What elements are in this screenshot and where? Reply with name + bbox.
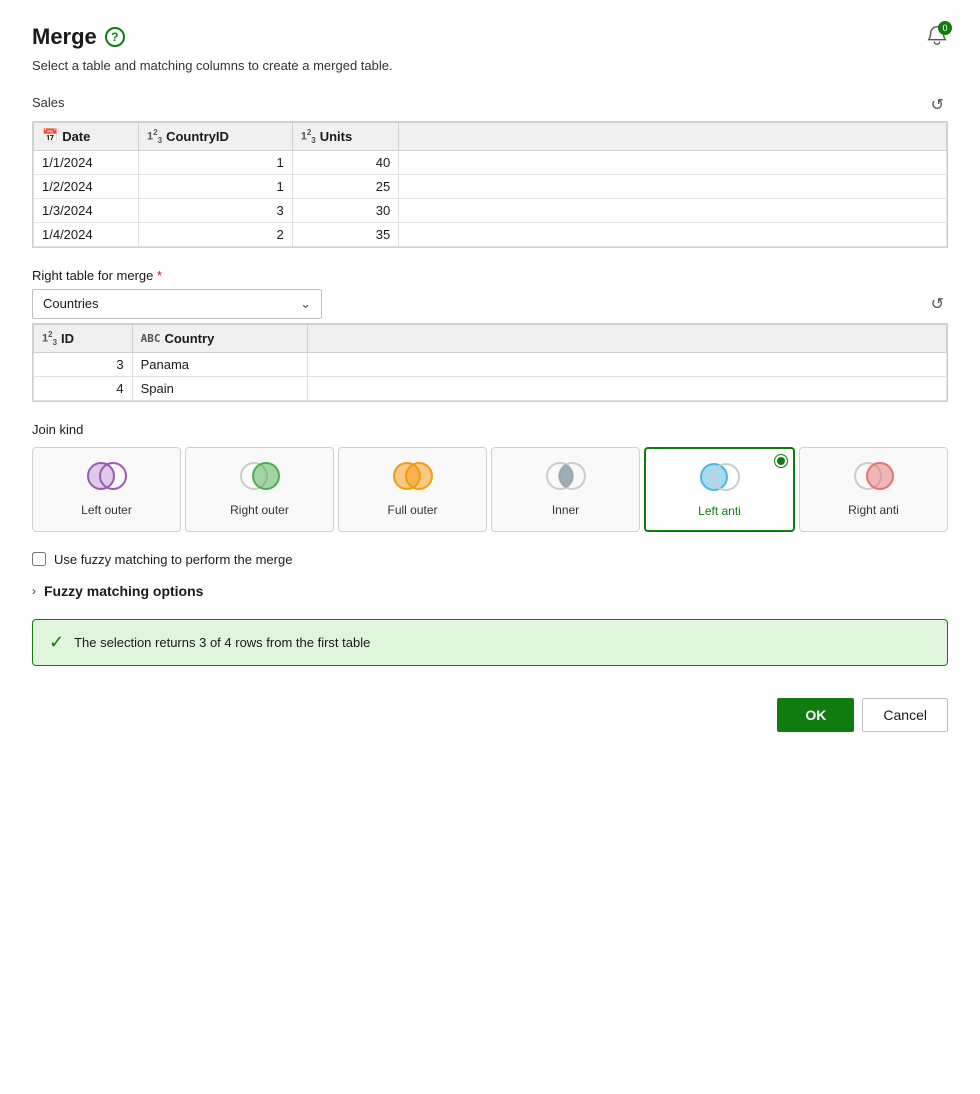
right-outer-venn-icon — [234, 460, 286, 495]
units-cell: 35 — [292, 222, 399, 246]
join-kind-label: Join kind — [32, 422, 948, 437]
title-group: Merge ? — [32, 24, 125, 50]
countryid-cell: 1 — [139, 174, 293, 198]
date-cell: 1/4/2024 — [34, 222, 139, 246]
join-option-left-outer[interactable]: Left outer — [32, 447, 181, 532]
header: Merge ? 0 — [32, 24, 948, 50]
countries-col-empty — [307, 324, 946, 352]
fuzzy-checkbox-label[interactable]: Use fuzzy matching to perform the merge — [54, 552, 292, 567]
date-type-icon: 📅 — [42, 128, 58, 144]
units-type-icon: 123 — [301, 128, 316, 145]
units-cell: 25 — [292, 174, 399, 198]
fuzzy-checkbox-row[interactable]: Use fuzzy matching to perform the merge — [32, 552, 948, 567]
right-table-wrapper: 123 ID ABC Country 3 Panama 4 Spain — [32, 323, 948, 402]
countries-col-country[interactable]: ABC Country — [132, 324, 307, 352]
sales-col-countryid[interactable]: 123 CountryID — [139, 123, 293, 151]
left-anti-venn-icon — [694, 461, 746, 496]
id-cell: 3 — [34, 352, 133, 376]
country-cell: Spain — [132, 376, 307, 400]
country-cell: Panama — [132, 352, 307, 376]
inner-label: Inner — [552, 503, 579, 517]
join-option-left-anti[interactable]: Left anti — [644, 447, 795, 532]
result-message: ✓ The selection returns 3 of 4 rows from… — [32, 619, 948, 666]
selected-indicator — [775, 455, 787, 467]
id-cell: 4 — [34, 376, 133, 400]
notification-icon[interactable]: 0 — [926, 25, 948, 50]
sales-section-header: Sales ↺ — [32, 93, 948, 117]
table-row: 1/2/2024 1 25 — [34, 174, 947, 198]
full-outer-venn-icon — [387, 460, 439, 495]
units-cell: 40 — [292, 150, 399, 174]
page-title: Merge — [32, 24, 97, 50]
date-cell: 1/1/2024 — [34, 150, 139, 174]
help-icon[interactable]: ? — [105, 27, 125, 47]
date-cell: 1/3/2024 — [34, 198, 139, 222]
left-outer-venn-icon — [81, 460, 133, 495]
table-row: 1/3/2024 3 30 — [34, 198, 947, 222]
sales-col-empty — [399, 123, 947, 151]
chevron-right-icon: › — [32, 584, 36, 598]
join-option-right-anti[interactable]: Right anti — [799, 447, 948, 532]
dropdown-arrow-icon: ⌄ — [300, 296, 311, 312]
table-row: 3 Panama — [34, 352, 947, 376]
required-star: * — [157, 268, 162, 283]
full-outer-label: Full outer — [387, 503, 437, 517]
right-anti-venn-icon — [848, 460, 900, 495]
result-text: The selection returns 3 of 4 rows from t… — [74, 635, 370, 650]
countryid-cell: 1 — [139, 150, 293, 174]
sales-table-wrapper: 📅 Date 123 CountryID 123 Units — [32, 121, 948, 248]
inner-venn-icon — [540, 460, 592, 495]
right-table-dropdown[interactable]: Countries ⌄ — [32, 289, 322, 319]
join-option-inner[interactable]: Inner — [491, 447, 640, 532]
date-cell: 1/2/2024 — [34, 174, 139, 198]
join-option-right-outer[interactable]: Right outer — [185, 447, 334, 532]
id-type-icon: 123 — [42, 330, 57, 347]
right-table-refresh-button[interactable]: ↺ — [927, 292, 948, 316]
subtitle: Select a table and matching columns to c… — [32, 58, 948, 73]
sales-label: Sales — [32, 95, 65, 110]
footer-buttons: OK Cancel — [32, 690, 948, 732]
sales-table: 📅 Date 123 CountryID 123 Units — [33, 122, 947, 247]
table-row: 1/1/2024 1 40 — [34, 150, 947, 174]
success-icon: ✓ — [49, 632, 64, 653]
sales-col-units[interactable]: 123 Units — [292, 123, 399, 151]
sales-refresh-button[interactable]: ↺ — [927, 93, 948, 117]
join-options: Left outer Right outer Full outer Inner Left… — [32, 447, 948, 532]
cancel-button[interactable]: Cancel — [862, 698, 948, 732]
join-option-full-outer[interactable]: Full outer — [338, 447, 487, 532]
fuzzy-options-label: Fuzzy matching options — [44, 583, 203, 599]
countries-table: 123 ID ABC Country 3 Panama 4 Spain — [33, 324, 947, 401]
left-outer-label: Left outer — [81, 503, 132, 517]
sales-col-date[interactable]: 📅 Date — [34, 123, 139, 151]
right-table-selected: Countries — [43, 296, 99, 311]
country-type-icon: ABC — [141, 332, 161, 345]
fuzzy-checkbox[interactable] — [32, 552, 46, 566]
countryid-type-icon: 123 — [147, 128, 162, 145]
notification-badge: 0 — [938, 21, 952, 35]
countryid-cell: 3 — [139, 198, 293, 222]
right-anti-label: Right anti — [848, 503, 899, 517]
right-outer-label: Right outer — [230, 503, 289, 517]
countryid-cell: 2 — [139, 222, 293, 246]
ok-button[interactable]: OK — [777, 698, 854, 732]
left-anti-label: Left anti — [698, 504, 741, 518]
units-cell: 30 — [292, 198, 399, 222]
countries-col-id[interactable]: 123 ID — [34, 324, 133, 352]
right-table-section: Right table for merge * Countries ⌄ ↺ — [32, 268, 948, 319]
right-table-field-label: Right table for merge * — [32, 268, 322, 283]
table-row: 1/4/2024 2 35 — [34, 222, 947, 246]
fuzzy-options-toggle[interactable]: › Fuzzy matching options — [32, 583, 948, 599]
table-row: 4 Spain — [34, 376, 947, 400]
